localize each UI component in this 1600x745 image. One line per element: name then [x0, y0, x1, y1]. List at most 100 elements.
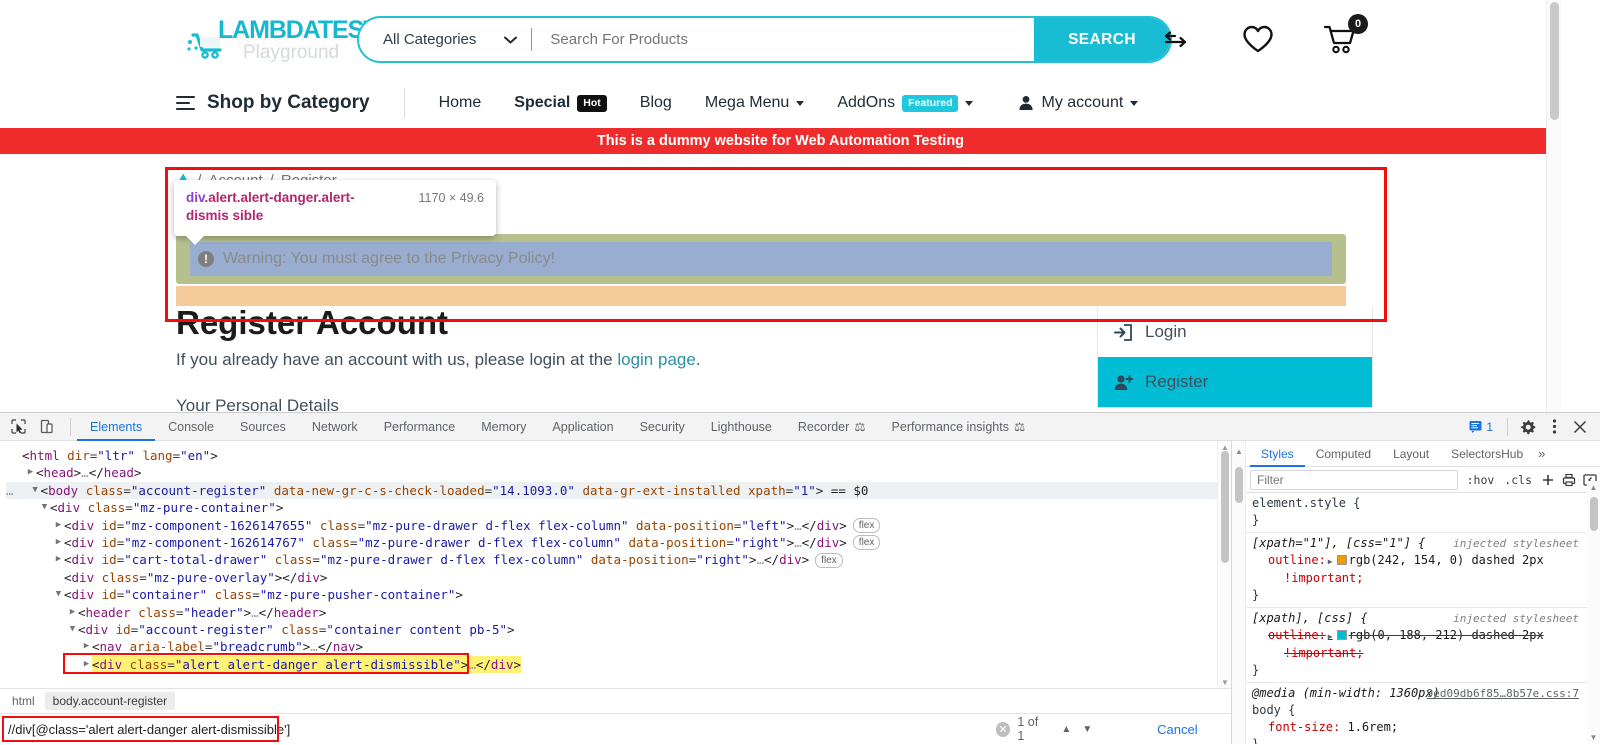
color-swatch[interactable] [1336, 630, 1347, 640]
dom-vertical-scrollbar[interactable]: ▲ ▼ [1217, 441, 1231, 688]
nav-item-special[interactable]: Special Hot [514, 94, 607, 112]
nav-item-home[interactable]: Home [439, 94, 482, 112]
shop-by-category-button[interactable]: Shop by Category [176, 92, 370, 114]
css-rule-selector[interactable]: element.style { [1252, 495, 1587, 512]
css-rule-selector[interactable]: body { [1252, 702, 1587, 719]
dom-node-row[interactable]: … <body class="account-register" data-new… [6, 481, 1217, 500]
flex-badge[interactable]: flex [815, 552, 843, 568]
tab-performance[interactable]: Performance [371, 413, 469, 441]
styles-scroll-thumb[interactable] [1589, 497, 1598, 531]
search-input[interactable] [0, 713, 996, 745]
wishlist-heart-icon[interactable] [1237, 18, 1279, 60]
scroll-up-arrow[interactable]: ▲ [1590, 483, 1598, 492]
scroll-down-arrow[interactable]: ▼ [1590, 733, 1598, 742]
tab-console[interactable]: Console [155, 413, 227, 441]
tab-lighthouse[interactable]: Lighthouse [698, 413, 785, 441]
css-property-name[interactable]: outline: [1268, 628, 1326, 642]
more-tabs-icon[interactable]: » [1538, 446, 1545, 461]
css-rule[interactable]: element.style {} [1246, 493, 1587, 533]
tab-elements[interactable]: Elements [77, 413, 155, 441]
side-card-item-register[interactable]: Register [1098, 357, 1372, 407]
css-property-name[interactable]: font-size: [1268, 720, 1340, 734]
tab-layout[interactable]: Layout [1382, 441, 1440, 467]
search-input[interactable] [532, 18, 1034, 61]
tab-security[interactable]: Security [627, 413, 698, 441]
css-declaration[interactable]: outline: ▶ rgb(242, 154, 0) dashed 2px [1252, 552, 1587, 570]
styles-left-scrollbar[interactable]: ▲ [1232, 441, 1246, 744]
dom-node-row[interactable]: <div id="container" class="mz-pure-pushe… [6, 586, 1217, 603]
site-logo[interactable]: LAMBDATEST Playground [186, 14, 378, 66]
dom-node-row[interactable]: <div class="mz-pure-overlay"></div> [6, 569, 1217, 586]
css-rule[interactable]: injected stylesheet [xpath="1"], [css="1"… [1246, 533, 1587, 608]
expand-triangle-icon[interactable] [53, 517, 64, 534]
cancel-button[interactable]: Cancel [1124, 722, 1231, 737]
nav-item-mega-menu[interactable]: Mega Menu [705, 94, 805, 112]
flex-badge[interactable]: flex [852, 535, 881, 551]
expand-triangle-icon[interactable] [53, 551, 64, 568]
plus-icon[interactable] [1537, 469, 1558, 490]
css-property-value[interactable]: 1.6rem; [1347, 720, 1398, 734]
css-property-value[interactable]: rgb(242, 154, 0) dashed 2px [1349, 553, 1544, 567]
device-toolbar-icon[interactable] [34, 416, 58, 438]
cls-button[interactable]: .cls [1499, 473, 1537, 487]
collapse-triangle-icon[interactable] [30, 482, 41, 499]
tab-selectorshub[interactable]: SelectorsHub [1440, 441, 1534, 467]
expand-triangle-icon[interactable]: ▶ [1328, 557, 1333, 566]
dom-node-row[interactable]: <div id="cart-total-drawer" class="mz-pu… [6, 551, 1217, 568]
close-icon[interactable] [1568, 416, 1592, 438]
dom-node-row[interactable]: <html dir="ltr" lang="en"> [6, 447, 1217, 464]
message-count-badge[interactable]: 1 [1463, 420, 1499, 434]
scroll-up-arrow[interactable]: ▲ [1235, 447, 1243, 456]
clear-icon[interactable]: ✕ [995, 721, 1011, 737]
nav-item-blog[interactable]: Blog [640, 94, 672, 112]
compare-icon[interactable] [1155, 18, 1197, 60]
kebab-menu-icon[interactable] [1542, 416, 1566, 438]
expand-triangle-icon[interactable] [67, 604, 78, 621]
color-swatch[interactable] [1336, 555, 1347, 565]
collapse-triangle-icon[interactable] [39, 499, 50, 516]
dom-node-row[interactable]: <div id="mz-component-162614767" class="… [6, 534, 1217, 551]
tab-network[interactable]: Network [299, 413, 371, 441]
styles-left-scroll-thumb[interactable] [1235, 467, 1243, 503]
css-declaration[interactable]: font-size: 1.6rem; [1252, 719, 1587, 736]
dom-scroll-thumb[interactable] [1221, 451, 1229, 563]
dom-node-row[interactable]: <div id="mz-component-1626147655" class=… [6, 517, 1217, 534]
css-declaration[interactable]: outline: ▶ rgb(0, 188, 212) dashed 2px [1252, 627, 1587, 645]
inspect-element-icon[interactable] [6, 416, 30, 438]
chevron-down-icon[interactable]: ▼ [1077, 718, 1098, 740]
tab-sources[interactable]: Sources [227, 413, 299, 441]
cart-icon[interactable]: 0 [1319, 14, 1368, 60]
scroll-up-arrow[interactable]: ▲ [1221, 443, 1229, 452]
filter-input[interactable] [1250, 469, 1458, 490]
nav-item-my-account[interactable]: My account [1018, 94, 1139, 112]
expand-triangle-icon[interactable]: ▶ [1328, 632, 1333, 641]
css-property-value[interactable]: rgb(0, 188, 212) dashed 2px [1349, 628, 1544, 642]
dom-tree[interactable]: <html dir="ltr" lang="en"> <head>…</head>… [0, 441, 1217, 688]
dom-node-row[interactable]: <div class="mz-pure-container"> [6, 499, 1217, 516]
search-button[interactable]: SEARCH [1034, 18, 1170, 61]
tab-recorder[interactable]: Recorder ⚖ [785, 413, 879, 441]
css-rule[interactable]: 9ed09db6f85…8b57e.css:7 @media (min-width… [1246, 683, 1587, 744]
print-media-icon[interactable] [1558, 469, 1579, 490]
dom-crumb-html[interactable]: html [4, 692, 43, 710]
css-rule[interactable]: injected stylesheet [xpath], [css] {outli… [1246, 608, 1587, 683]
styles-rules-list[interactable]: element.style {} injected stylesheet [xpat… [1246, 493, 1587, 744]
flex-badge[interactable]: flex [852, 517, 881, 533]
dom-crumb-body[interactable]: body.account-register [44, 692, 176, 710]
tab-styles[interactable]: Styles [1250, 441, 1305, 467]
dom-node-row[interactable]: <head>…</head> [6, 464, 1217, 481]
dom-node-row[interactable]: <header class="header">…</header> [6, 604, 1217, 621]
gear-icon[interactable] [1516, 416, 1540, 438]
tab-computed[interactable]: Computed [1305, 441, 1382, 467]
page-vertical-scrollbar[interactable] [1546, 0, 1561, 412]
scroll-down-arrow[interactable]: ▼ [1221, 678, 1229, 687]
hov-button[interactable]: :hov [1462, 473, 1500, 487]
css-rule-source-link[interactable]: 9ed09db6f85…8b57e.css:7 [1427, 685, 1579, 702]
collapse-triangle-icon[interactable] [53, 586, 64, 603]
css-property-name[interactable]: outline: [1268, 553, 1326, 567]
expand-triangle-icon[interactable] [53, 534, 64, 551]
side-card-item-login[interactable]: Login [1098, 307, 1372, 357]
tab-application[interactable]: Application [539, 413, 626, 441]
tab-memory[interactable]: Memory [468, 413, 539, 441]
dom-node-row[interactable]: <div id="account-register" class="contai… [6, 621, 1217, 638]
